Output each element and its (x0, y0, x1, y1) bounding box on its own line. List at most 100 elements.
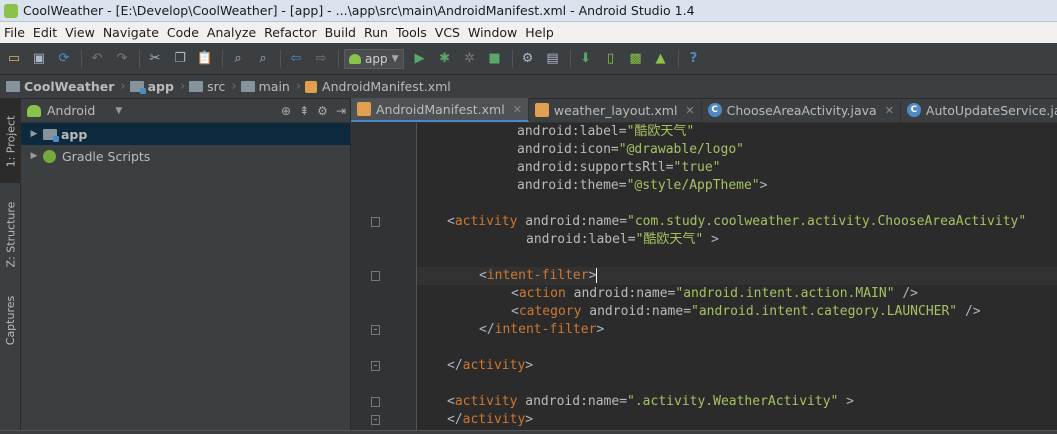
help-icon[interactable]: ? (684, 49, 704, 69)
code-line: <action android:name="android.intent.act… (417, 285, 1057, 303)
tab-label: AndroidManifest.xml (376, 101, 505, 117)
debug-icon[interactable]: ✱ (435, 49, 455, 69)
xml-file-icon (534, 103, 549, 117)
menu-vcs[interactable]: VCS (431, 25, 464, 40)
tree-item-app[interactable]: ▶ app (21, 123, 350, 145)
tab-chooseareaactivity[interactable]: C ChooseAreaActivity.java ✕ (702, 98, 901, 122)
menu-navigate[interactable]: Navigate (99, 25, 163, 40)
save-icon[interactable]: ▣ (29, 49, 49, 69)
menu-run[interactable]: Run (360, 25, 392, 40)
menu-view[interactable]: View (61, 25, 99, 40)
menu-refactor[interactable]: Refactor (260, 25, 320, 40)
sync-icon[interactable]: ⟳ (54, 49, 74, 69)
chevron-right-icon: › (231, 79, 237, 94)
expand-arrow-icon[interactable]: ▶ (25, 129, 43, 139)
menu-help[interactable]: Help (521, 25, 558, 40)
menu-tools[interactable]: Tools (392, 25, 431, 40)
breadcrumb-label: src (207, 79, 226, 94)
editor-gutter (351, 123, 417, 434)
back-icon[interactable]: ⇦ (286, 49, 306, 69)
menu-build[interactable]: Build (321, 25, 360, 40)
expand-arrow-icon[interactable]: ▶ (25, 151, 43, 161)
toolbar-separator (677, 49, 679, 68)
locate-icon[interactable]: ⊕ (281, 104, 291, 118)
find-icon[interactable]: ⌕ (228, 49, 248, 69)
redo-icon[interactable]: ↷ (112, 49, 132, 69)
bottom-border (0, 430, 1057, 434)
breadcrumb-main[interactable]: main (240, 79, 290, 94)
cut-icon[interactable]: ✂ (145, 49, 165, 69)
avd-manager-icon[interactable]: ▤ (543, 49, 563, 69)
code-string: "android.intent.action.MAIN" (675, 286, 895, 301)
breadcrumb: CoolWeather › app › src › main › Android… (0, 75, 1057, 99)
chevron-down-icon[interactable]: ▼ (115, 106, 122, 116)
project-view-select[interactable]: Android (47, 103, 95, 118)
code-line: </activity> (417, 411, 1057, 429)
close-icon[interactable]: ✕ (685, 104, 694, 117)
collapse-icon[interactable]: ⇞ (299, 104, 309, 118)
project-panel-header: Android ▼ ⊕ ⇞ ⚙ ⇥ (21, 99, 350, 123)
copy-icon[interactable]: ❐ (170, 49, 190, 69)
undo-icon[interactable]: ↶ (87, 49, 107, 69)
gear-icon[interactable]: ⚙ (317, 104, 328, 118)
code-attr: android:label= (526, 232, 636, 247)
breadcrumb-module[interactable]: app (129, 79, 174, 94)
code-string: "com.study.coolweather.activity.ChooseAr… (627, 214, 1027, 229)
code-tag: activity (454, 394, 518, 409)
code-area[interactable]: android:label="酷欧天气" android:icon="@draw… (351, 123, 1057, 434)
hide-icon[interactable]: ⇥ (336, 104, 346, 118)
xml-file-icon (357, 102, 371, 116)
stop-icon[interactable]: ■ (485, 49, 505, 69)
tree-item-gradle-scripts[interactable]: ▶ Gradle Scripts (21, 145, 350, 167)
tab-project[interactable]: 1: Project (0, 99, 21, 183)
paste-icon[interactable]: 📋 (195, 49, 215, 69)
run-icon[interactable]: ▶ (410, 49, 430, 69)
forward-icon[interactable]: ⇨ (311, 49, 331, 69)
tab-structure[interactable]: Z: Structure (0, 189, 21, 279)
breadcrumb-label: app (147, 79, 174, 94)
code-punct: > (596, 322, 605, 337)
menu-code[interactable]: Code (163, 25, 203, 40)
run-config-select[interactable]: app ▼ (344, 48, 404, 69)
code-punct: < (447, 214, 455, 229)
attach-debugger-icon[interactable]: ✲ (460, 49, 480, 69)
chevron-right-icon: › (295, 79, 302, 94)
fold-marker-icon[interactable] (371, 325, 380, 335)
code-punct: /> (894, 286, 919, 301)
open-folder-icon[interactable]: ▭ (4, 49, 24, 69)
code-punct: > (525, 358, 534, 373)
replace-icon[interactable]: ⌕ (253, 49, 273, 69)
sdk-manager-icon[interactable]: ⚙ (518, 49, 538, 69)
fold-marker-icon[interactable] (371, 397, 380, 407)
close-icon[interactable]: ✕ (513, 103, 522, 116)
code-attr: android:name= (581, 304, 692, 319)
menu-analyze[interactable]: Analyze (203, 25, 260, 40)
fold-marker-icon[interactable] (371, 361, 380, 371)
tab-autoupdateservice[interactable]: C AutoUpdateService.java (901, 98, 1057, 122)
fold-marker-icon[interactable] (371, 271, 380, 281)
close-icon[interactable]: ✕ (885, 104, 894, 117)
menu-window[interactable]: Window (464, 25, 521, 40)
main-toolbar: ▭ ▣ ⟳ ↶ ↷ ✂ ❐ 📋 ⌕ ⌕ ⇦ ⇨ app ▼ ▶ ✱ ✲ ■ ⚙ … (0, 43, 1057, 75)
tab-androidmanifest[interactable]: AndroidManifest.xml ✕ (351, 98, 529, 122)
device-monitor-icon[interactable]: ▩ (626, 49, 646, 69)
menu-file[interactable]: File (0, 25, 29, 40)
code-tag: activity (462, 412, 526, 427)
android-monitor-icon[interactable]: ▯ (601, 49, 621, 69)
code-attr: android:icon= (517, 142, 619, 157)
android-icon[interactable]: ▲ (651, 49, 671, 69)
breadcrumb-project[interactable]: CoolWeather (6, 79, 114, 94)
breadcrumb-file[interactable]: AndroidManifest.xml (305, 79, 451, 94)
code-punct: < (447, 394, 455, 409)
fold-marker-icon[interactable] (371, 217, 380, 227)
sync-gradle-icon[interactable]: ⬇ (576, 49, 596, 69)
fold-marker-icon[interactable] (371, 415, 380, 425)
tab-captures[interactable]: Captures (0, 285, 21, 355)
code-line: </activity> (417, 357, 1057, 375)
left-tool-strip: 1: Project Z: Structure Captures (0, 99, 21, 434)
breadcrumb-src[interactable]: src (189, 79, 225, 94)
menu-edit[interactable]: Edit (29, 25, 61, 40)
project-panel: Android ▼ ⊕ ⇞ ⚙ ⇥ ▶ app ▶ Gradle Scripts (21, 99, 351, 434)
code-punct: > (838, 394, 855, 409)
tab-weather-layout[interactable]: weather_layout.xml ✕ (529, 98, 702, 122)
